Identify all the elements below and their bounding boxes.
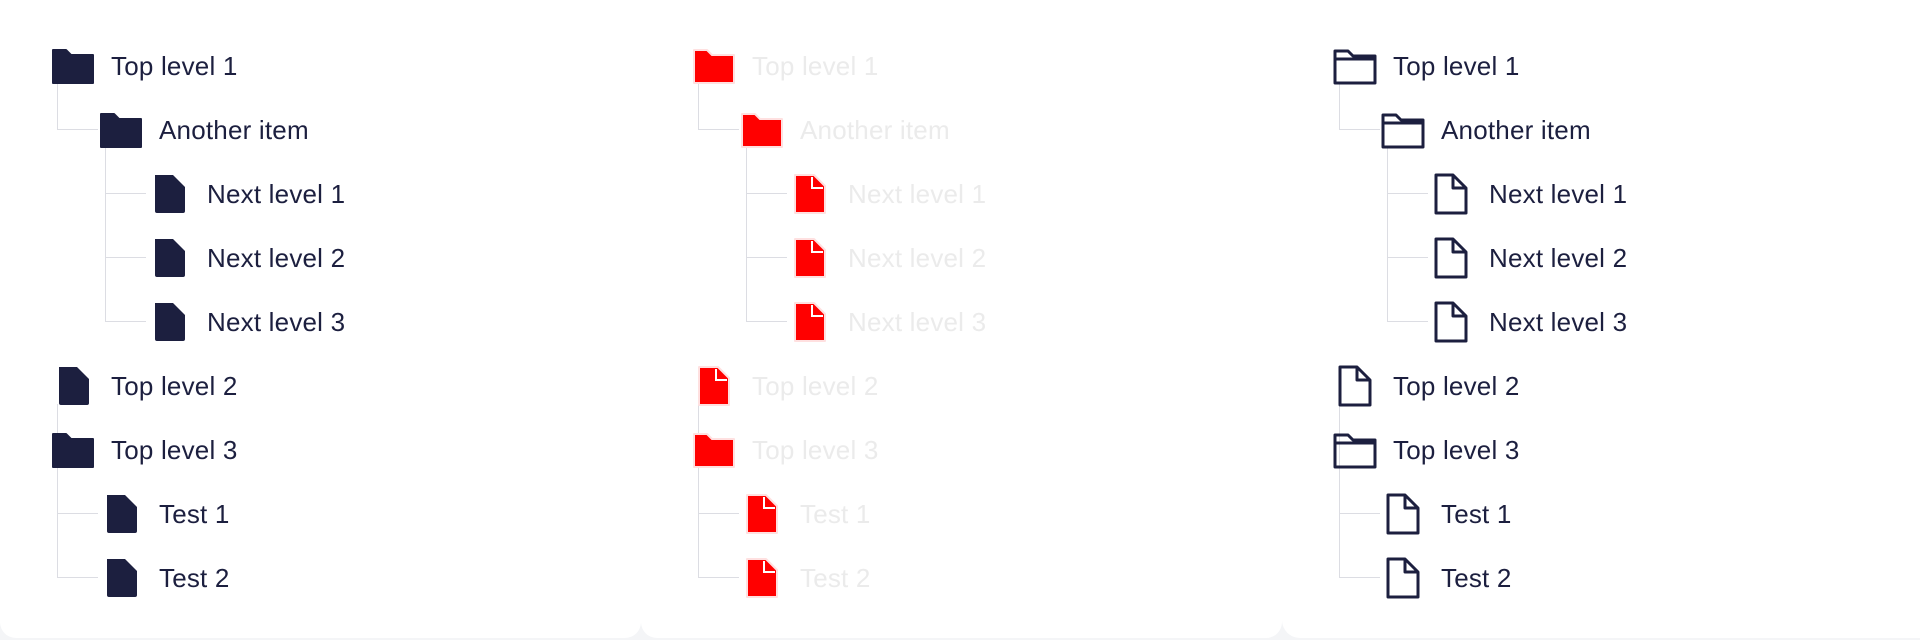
- file-icon: [787, 172, 833, 216]
- tree-node-label: Top level 1: [111, 50, 238, 81]
- file-icon: [98, 556, 144, 600]
- tree-node-test2[interactable]: Test 2: [1380, 556, 1512, 600]
- tree-guide-line: [1387, 148, 1428, 322]
- tree-outline: Top level 1 Another item Next level 1 Ne…: [1282, 0, 1920, 640]
- tree-node-another: Another item: [739, 108, 950, 152]
- file-icon: [1332, 364, 1378, 408]
- tree-node-label: Top level 2: [1393, 370, 1520, 401]
- tree-node-test1[interactable]: Test 1: [98, 492, 230, 536]
- tree-guide-line: [698, 84, 739, 130]
- folder-icon: [50, 428, 96, 472]
- folder-icon: [1380, 108, 1426, 152]
- tree-node-top1: Top level 1: [691, 44, 879, 88]
- tree-node-label: Another item: [800, 114, 950, 145]
- file-icon: [146, 172, 192, 216]
- tree-node-next2[interactable]: Next level 2: [1428, 236, 1627, 280]
- tree-node-label: Top level 3: [752, 434, 879, 465]
- file-icon: [1428, 236, 1474, 280]
- folder-icon: [1332, 428, 1378, 472]
- tree-node-label: Test 2: [800, 562, 871, 593]
- tree-node-another[interactable]: Another item: [98, 108, 309, 152]
- tree-guide-line: [105, 148, 146, 322]
- tree-node-top3[interactable]: Top level 3: [50, 428, 238, 472]
- file-icon: [1428, 172, 1474, 216]
- tree-node-label: Top level 2: [111, 370, 238, 401]
- tree-node-next3: Next level 3: [787, 300, 986, 344]
- tree-node-label: Next level 1: [207, 178, 346, 209]
- tree-node-label: Test 1: [1441, 498, 1512, 529]
- tree-guide-line: [57, 84, 98, 130]
- tree-node-label: Another item: [159, 114, 309, 145]
- tree-node-label: Next level 1: [1489, 178, 1628, 209]
- tree-node-next1[interactable]: Next level 1: [1428, 172, 1627, 216]
- tree-node-top2: Top level 2: [691, 364, 879, 408]
- tree-node-label: Top level 1: [1393, 50, 1520, 81]
- tree-node-top1[interactable]: Top level 1: [1332, 44, 1520, 88]
- tree-node-next2: Next level 2: [787, 236, 986, 280]
- tree-node-label: Next level 3: [207, 306, 346, 337]
- tree-filled: Top level 1 Another item Next level 1 Ne…: [0, 0, 641, 640]
- tree-node-top2[interactable]: Top level 2: [1332, 364, 1520, 408]
- file-icon: [1428, 300, 1474, 344]
- tree-node-top3: Top level 3: [691, 428, 879, 472]
- folder-icon: [691, 428, 737, 472]
- tree-guide-line: [746, 148, 787, 322]
- tree-node-label: Top level 2: [752, 370, 879, 401]
- tree-node-next1: Next level 1: [787, 172, 986, 216]
- tree-node-top1[interactable]: Top level 1: [50, 44, 238, 88]
- tree-node-label: Next level 3: [848, 306, 987, 337]
- tree-node-label: Top level 1: [752, 50, 879, 81]
- file-icon: [98, 492, 144, 536]
- tree-node-test2[interactable]: Test 2: [98, 556, 230, 600]
- tree-node-next3[interactable]: Next level 3: [146, 300, 345, 344]
- tree-disabled: Top level 1 Another item Next level 1 Ne…: [641, 0, 1282, 640]
- folder-icon: [50, 44, 96, 88]
- tree-node-label: Test 2: [159, 562, 230, 593]
- tree-node-top3[interactable]: Top level 3: [1332, 428, 1520, 472]
- tree-node-label: Top level 3: [1393, 434, 1520, 465]
- tree-node-label: Next level 2: [1489, 242, 1628, 273]
- file-icon: [50, 364, 96, 408]
- tree-view-showcase: Top level 1 Another item Next level 1 Ne…: [0, 0, 1920, 640]
- tree-node-another[interactable]: Another item: [1380, 108, 1591, 152]
- file-icon: [146, 300, 192, 344]
- tree-node-label: Next level 3: [1489, 306, 1628, 337]
- tree-node-next2[interactable]: Next level 2: [146, 236, 345, 280]
- tree-guide-line: [1339, 84, 1380, 130]
- tree-node-label: Test 2: [1441, 562, 1512, 593]
- tree-node-label: Top level 3: [111, 434, 238, 465]
- file-icon: [787, 236, 833, 280]
- tree-node-label: Next level 1: [848, 178, 987, 209]
- folder-icon: [739, 108, 785, 152]
- tree-node-label: Another item: [1441, 114, 1591, 145]
- tree-node-test2: Test 2: [739, 556, 871, 600]
- folder-icon: [691, 44, 737, 88]
- tree-node-next1[interactable]: Next level 1: [146, 172, 345, 216]
- folder-icon: [98, 108, 144, 152]
- folder-icon: [1332, 44, 1378, 88]
- file-icon: [146, 236, 192, 280]
- tree-node-label: Next level 2: [848, 242, 987, 273]
- file-icon: [691, 364, 737, 408]
- tree-node-next3[interactable]: Next level 3: [1428, 300, 1627, 344]
- tree-node-label: Next level 2: [207, 242, 346, 273]
- file-icon: [787, 300, 833, 344]
- tree-node-top2[interactable]: Top level 2: [50, 364, 238, 408]
- tree-node-label: Test 1: [159, 498, 230, 529]
- file-icon: [1380, 556, 1426, 600]
- tree-node-test1[interactable]: Test 1: [1380, 492, 1512, 536]
- file-icon: [1380, 492, 1426, 536]
- file-icon: [739, 556, 785, 600]
- file-icon: [739, 492, 785, 536]
- tree-node-test1: Test 1: [739, 492, 871, 536]
- tree-node-label: Test 1: [800, 498, 871, 529]
